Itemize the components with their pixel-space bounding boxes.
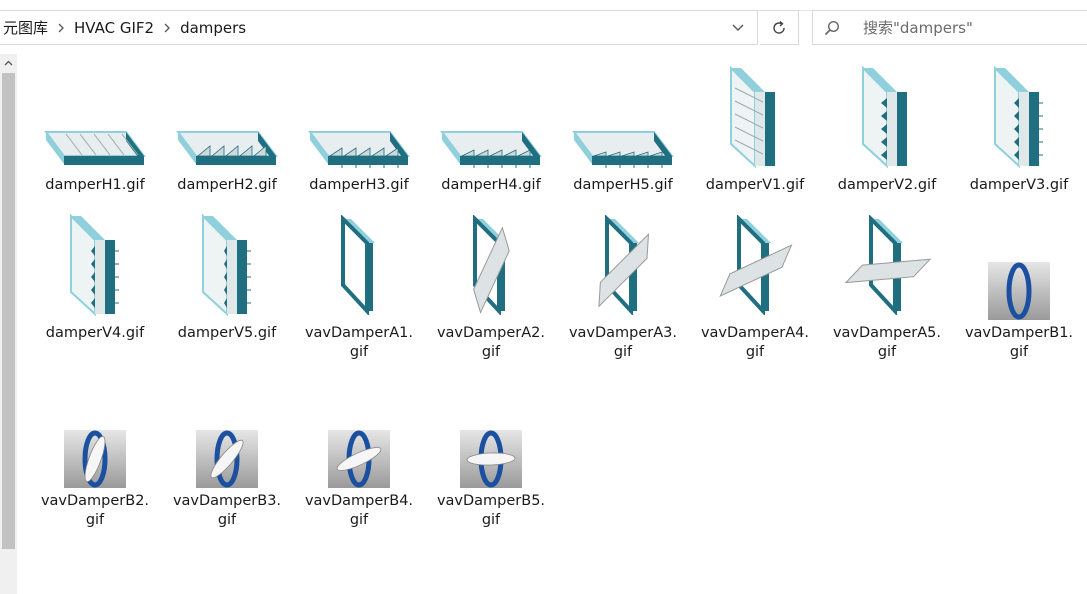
- refresh-button[interactable]: [760, 10, 799, 45]
- file-item[interactable]: damperV3.gif: [957, 62, 1081, 195]
- file-item[interactable]: damperV2.gif: [825, 62, 949, 195]
- gif-thumbnail-icon: [693, 62, 817, 172]
- scroll-up-arrow-icon[interactable]: [0, 54, 17, 71]
- file-item[interactable]: vavDamperB3.gif: [165, 378, 289, 530]
- search-input[interactable]: 搜索"dampers": [851, 17, 973, 38]
- file-item[interactable]: damperH3.gif: [297, 62, 421, 195]
- file-item[interactable]: vavDamperB5.gif: [429, 378, 553, 530]
- file-name-label: vavDamperA4.gif: [700, 325, 810, 360]
- scrollbar-thumb[interactable]: [2, 73, 15, 549]
- file-name-label: vavDamperA5.gif: [832, 325, 942, 360]
- file-name-label: damperH5.gif: [573, 177, 673, 193]
- file-name-label: vavDamperB2.gif: [40, 493, 150, 528]
- file-name-label: damperH4.gif: [441, 177, 541, 193]
- search-box[interactable]: 搜索"dampers": [812, 10, 1087, 45]
- gif-thumbnail-icon: [825, 62, 949, 172]
- file-item[interactable]: vavDamperA4.gif: [693, 210, 817, 362]
- gif-thumbnail-icon: [33, 210, 157, 320]
- file-item[interactable]: vavDamperA3.gif: [561, 210, 685, 362]
- file-item[interactable]: vavDamperB2.gif: [33, 378, 157, 530]
- file-item[interactable]: vavDamperA5.gif: [825, 210, 949, 362]
- gif-thumbnail-icon: [165, 62, 289, 172]
- gif-thumbnail-icon: [561, 62, 685, 172]
- file-item[interactable]: vavDamperB1.gif: [957, 210, 1081, 362]
- file-name-label: damperH2.gif: [177, 177, 277, 193]
- gif-thumbnail-icon: [693, 210, 817, 320]
- file-name-label: damperV5.gif: [177, 325, 277, 341]
- file-item[interactable]: damperH5.gif: [561, 62, 685, 195]
- file-name-label: damperV4.gif: [45, 325, 145, 341]
- file-name-label: vavDamperB3.gif: [172, 493, 282, 528]
- file-name-label: vavDamperB1.gif: [964, 325, 1074, 360]
- gif-thumbnail-icon: [957, 210, 1081, 320]
- file-item[interactable]: vavDamperB4.gif: [297, 378, 421, 530]
- file-name-label: vavDamperA2.gif: [436, 325, 546, 360]
- file-name-label: vavDamperB5.gif: [436, 493, 546, 528]
- chevron-down-icon[interactable]: [719, 11, 757, 44]
- file-item[interactable]: damperH2.gif: [165, 62, 289, 195]
- gif-thumbnail-icon: [561, 210, 685, 320]
- gif-thumbnail-icon: [165, 210, 289, 320]
- chevron-right-icon[interactable]: [158, 23, 176, 33]
- breadcrumb-item-dampers[interactable]: dampers: [176, 19, 250, 37]
- file-name-label: damperV1.gif: [705, 177, 805, 193]
- gif-thumbnail-icon: [957, 62, 1081, 172]
- file-grid: damperH1.gif damperH2.gif damperH3.gif d…: [17, 54, 1087, 594]
- file-item[interactable]: damperV5.gif: [165, 210, 289, 343]
- gif-thumbnail-icon: [297, 210, 421, 320]
- file-name-label: damperV3.gif: [969, 177, 1069, 193]
- gif-thumbnail-icon: [297, 62, 421, 172]
- breadcrumb-item-root[interactable]: 元图库: [0, 17, 52, 38]
- file-name-label: vavDamperB4.gif: [304, 493, 414, 528]
- gif-thumbnail-icon: [429, 210, 553, 320]
- chevron-right-icon[interactable]: [52, 23, 70, 33]
- file-name-label: damperV2.gif: [837, 177, 937, 193]
- gif-thumbnail-icon: [165, 378, 289, 488]
- gif-thumbnail-icon: [297, 378, 421, 488]
- gif-thumbnail-icon: [33, 62, 157, 172]
- file-item[interactable]: damperH1.gif: [33, 62, 157, 195]
- search-icon: [813, 20, 851, 36]
- address-bar[interactable]: 元图库 HVAC GIF2 dampers: [0, 10, 758, 45]
- gif-thumbnail-icon: [33, 378, 157, 488]
- file-item[interactable]: vavDamperA1.gif: [297, 210, 421, 362]
- gif-thumbnail-icon: [825, 210, 949, 320]
- file-name-label: damperH3.gif: [309, 177, 409, 193]
- file-item[interactable]: damperV1.gif: [693, 62, 817, 195]
- gif-thumbnail-icon: [429, 62, 553, 172]
- vertical-scrollbar[interactable]: [0, 54, 17, 594]
- file-name-label: vavDamperA3.gif: [568, 325, 678, 360]
- file-item[interactable]: damperH4.gif: [429, 62, 553, 195]
- file-name-label: damperH1.gif: [45, 177, 145, 193]
- gif-thumbnail-icon: [429, 378, 553, 488]
- breadcrumb-item-hvac[interactable]: HVAC GIF2: [70, 19, 158, 37]
- file-name-label: vavDamperA1.gif: [304, 325, 414, 360]
- refresh-icon: [773, 20, 785, 34]
- file-item[interactable]: vavDamperA2.gif: [429, 210, 553, 362]
- file-item[interactable]: damperV4.gif: [33, 210, 157, 343]
